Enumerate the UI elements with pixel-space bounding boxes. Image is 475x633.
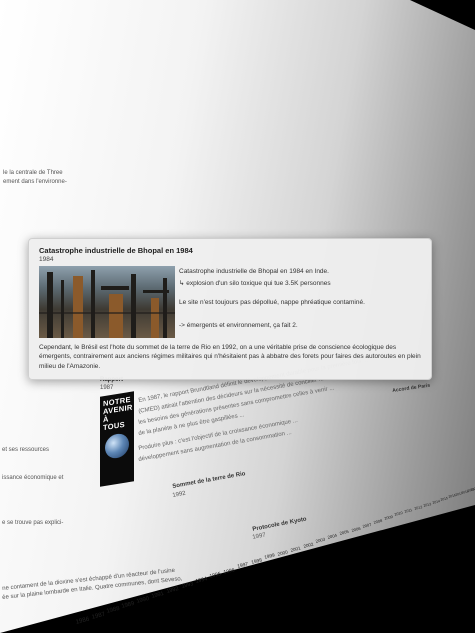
event-title-rio[interactable]: Sommet de la terre de Rio <box>172 471 246 490</box>
popup-title: Catastrophe industrielle de Bhopal en 19… <box>39 246 193 255</box>
book-cover-image: NOTRE AVENIR À TOUS <box>100 391 134 487</box>
popup-detail-line: -> émergents et environnement, ça fait 2… <box>179 322 298 329</box>
fragment-text: ement dans l'environne- <box>3 179 67 185</box>
timeline-year-1988[interactable]: 1988 <box>106 605 120 614</box>
popup-detail-line: Le site n'est toujours pas dépollué, nap… <box>179 299 365 306</box>
fragment-text: et ses ressources <box>2 447 50 453</box>
fragment-text: e se trouve pas explici- <box>2 520 64 526</box>
fragment-text: issance économique et <box>2 475 64 481</box>
earth-image <box>105 432 129 460</box>
bhopal-factory-photo <box>39 266 175 338</box>
event-year-rapport: 1987 <box>100 385 114 391</box>
timeline-year-1986[interactable]: 1986 <box>75 616 90 626</box>
popup-detail-line: ↳ explosion d'un silo toxique qui tue 3.… <box>179 280 331 287</box>
timeline-year-1990[interactable]: 1990 <box>136 596 150 605</box>
timeline-year-1989[interactable]: 1989 <box>121 601 135 610</box>
popup-paragraph: Cependant, le Brésil est l'hote du somme… <box>39 344 421 370</box>
timeline-year-1987[interactable]: 1987 <box>91 611 106 621</box>
event-year-kyoto: 1997 <box>252 532 267 541</box>
book-cover-title: NOTRE AVENIR À TOUS <box>103 394 133 432</box>
event-title-kyoto[interactable]: Protocole de Kyoto <box>252 517 307 533</box>
popup-detail-line: Catastrophe industrielle de Bhopal en 19… <box>179 268 329 275</box>
fragment-text: le la centrale de Three <box>3 170 63 176</box>
event-popup-card[interactable]: Catastrophe industrielle de Bhopal en 19… <box>28 238 432 380</box>
event-title-paris[interactable]: Accord de Paris <box>392 383 431 394</box>
timeline-year-1991[interactable]: 1991 <box>151 591 165 600</box>
event-year-rio: 1992 <box>172 490 187 499</box>
popup-year: 1984 <box>39 256 54 263</box>
